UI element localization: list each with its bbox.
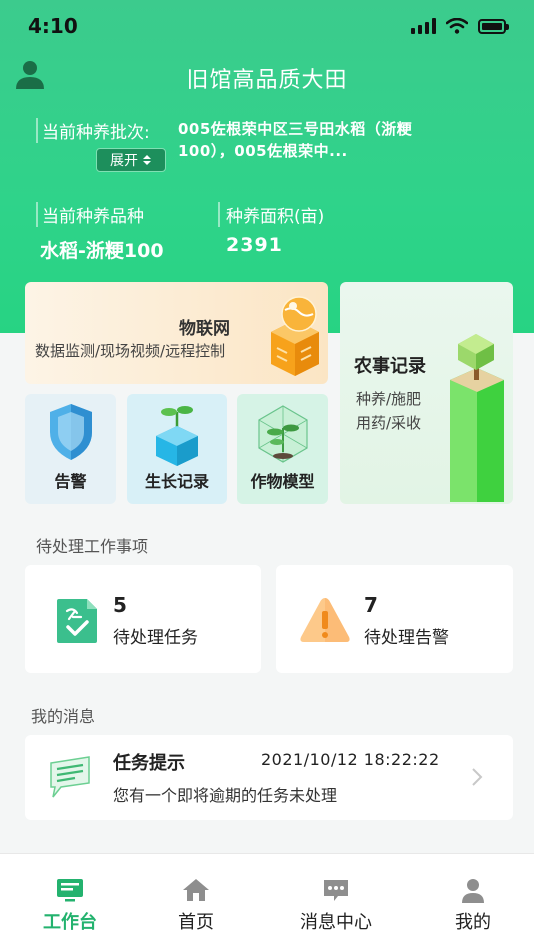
- pending-tasks-card[interactable]: 5 待处理任务: [25, 565, 261, 673]
- tab-workbench-label: 工作台: [43, 912, 97, 933]
- home-icon: [183, 879, 209, 901]
- tab-home[interactable]: 首页: [136, 854, 256, 950]
- pending-section-title: 待处理工作事项: [36, 537, 149, 556]
- page-title: 旧馆高品质大田: [186, 68, 348, 93]
- area-label: 种养面积(亩): [218, 202, 324, 227]
- tab-home-label: 首页: [178, 912, 214, 933]
- farm-record-sub2: 用药/采收: [356, 414, 422, 432]
- messages-section-title: 我的消息: [31, 707, 96, 726]
- pending-alarm-label: 待处理告警: [364, 628, 449, 648]
- expand-button[interactable]: 展开: [96, 148, 166, 172]
- signal-icon: [411, 18, 436, 34]
- monitor-icon: [57, 879, 83, 902]
- pending-alarms-card[interactable]: 7 待处理告警: [276, 565, 513, 673]
- crop-model-label: 作物模型: [250, 472, 315, 491]
- farm-record-card[interactable]: 农事记录 种养/施肥 用药/采收: [340, 282, 513, 504]
- pending-task-label: 待处理任务: [113, 628, 198, 648]
- battery-icon: [478, 18, 509, 34]
- crop-model-icon: [257, 405, 308, 463]
- status-icons: [411, 18, 509, 34]
- expand-label: 展开: [110, 153, 138, 169]
- tab-mine-label: 我的: [455, 912, 491, 933]
- message-item[interactable]: 任务提示 2021/10/12 18:22:22 您有一个即将逾期的任务未处理: [25, 735, 513, 820]
- tab-message-center-label: 消息中心: [300, 912, 372, 933]
- message-title: 任务提示: [113, 753, 185, 774]
- chevron-right-icon: [472, 768, 483, 786]
- growth-record-card[interactable]: 生长记录: [127, 394, 227, 504]
- iot-chip-globe-icon: [271, 296, 319, 376]
- wifi-icon: [446, 18, 468, 34]
- message-text: 您有一个即将逾期的任务未处理: [113, 786, 338, 805]
- farm-record-sub1: 种养/施肥: [356, 390, 422, 408]
- message-time: 2021/10/12 18:22:22: [261, 750, 440, 769]
- task-document-icon: [57, 599, 97, 643]
- tab-message-center[interactable]: 消息中心: [276, 854, 396, 950]
- area-value: 2391: [226, 234, 283, 256]
- bottom-tab-bar: 工作台 首页 消息中心 我的: [0, 853, 534, 950]
- alarm-label: 告警: [54, 472, 87, 491]
- shield-icon: [49, 404, 92, 460]
- growth-record-label: 生长记录: [144, 472, 209, 491]
- farm-record-title: 农事记录: [354, 356, 426, 377]
- chat-icon: [324, 880, 348, 901]
- person-icon: [462, 879, 484, 903]
- pending-alarm-count: 7: [364, 593, 378, 617]
- status-time: 4:10: [28, 14, 78, 38]
- tab-mine[interactable]: 我的: [413, 854, 533, 950]
- variety-label: 当前种养品种: [36, 202, 144, 227]
- pending-task-count: 5: [113, 593, 127, 617]
- message-bubble-icon: [50, 756, 90, 798]
- iot-card[interactable]: 物联网 数据监测/现场视频/远程控制: [25, 282, 328, 384]
- warning-icon: [300, 598, 350, 642]
- iot-subtitle: 数据监测/现场视频/远程控制: [35, 342, 226, 360]
- alarm-card[interactable]: 告警: [25, 394, 116, 504]
- batch-value: 005佐根荣中区三号田水稻（浙粳100），005佐根荣中...: [178, 120, 413, 160]
- farm-tree-pillar-icon: [450, 334, 504, 502]
- tab-workbench[interactable]: 工作台: [10, 854, 130, 950]
- crop-model-card[interactable]: 作物模型: [237, 394, 328, 504]
- iot-title: 物联网: [179, 319, 230, 339]
- variety-value: 水稻-浙粳100: [40, 240, 164, 262]
- sprout-cube-icon: [156, 406, 198, 466]
- sort-icon: [143, 155, 151, 165]
- batch-label: 当前种养批次:: [36, 118, 150, 143]
- status-bar: 4:10: [0, 0, 534, 52]
